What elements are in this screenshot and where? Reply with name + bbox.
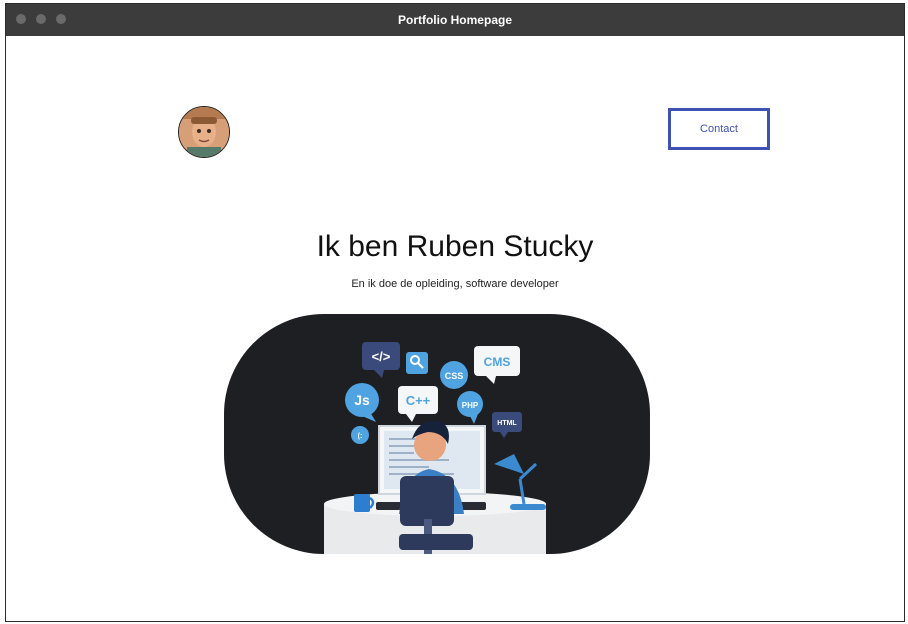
window-titlebar: Portfolio Homepage xyxy=(6,4,904,36)
browser-window: Portfolio Homepage Contact Ik ben Ruben … xyxy=(5,3,905,622)
chair-icon xyxy=(400,476,454,526)
emoticon-bubble-icon: (: xyxy=(351,426,369,444)
contact-button[interactable]: Contact xyxy=(668,108,770,150)
page-content: Contact Ik ben Ruben Stucky En ik doe de… xyxy=(6,36,904,621)
svg-text:C++: C++ xyxy=(406,393,431,408)
avatar xyxy=(178,106,230,158)
svg-text:CMS: CMS xyxy=(484,355,511,369)
developer-illustration: </> CSS CMS Js C++ PHP HTML (: xyxy=(224,314,650,554)
svg-text:(:: (: xyxy=(358,433,363,440)
mug-icon xyxy=(354,494,370,512)
hero-subtitle: En ik doe de opleiding, software develop… xyxy=(351,278,559,290)
svg-text:PHP: PHP xyxy=(462,401,479,410)
svg-text:</>: </> xyxy=(372,349,391,364)
lamp-icon xyxy=(510,504,546,510)
css-bubble-icon: CSS xyxy=(440,361,468,389)
svg-text:HTML: HTML xyxy=(497,420,517,427)
profile-photo-icon xyxy=(179,107,229,157)
svg-text:CSS: CSS xyxy=(445,371,464,381)
search-icon xyxy=(406,352,428,374)
svg-text:Js: Js xyxy=(354,392,370,408)
window-title: Portfolio Homepage xyxy=(397,13,512,27)
hero-title: Ik ben Ruben Stucky xyxy=(316,230,594,263)
